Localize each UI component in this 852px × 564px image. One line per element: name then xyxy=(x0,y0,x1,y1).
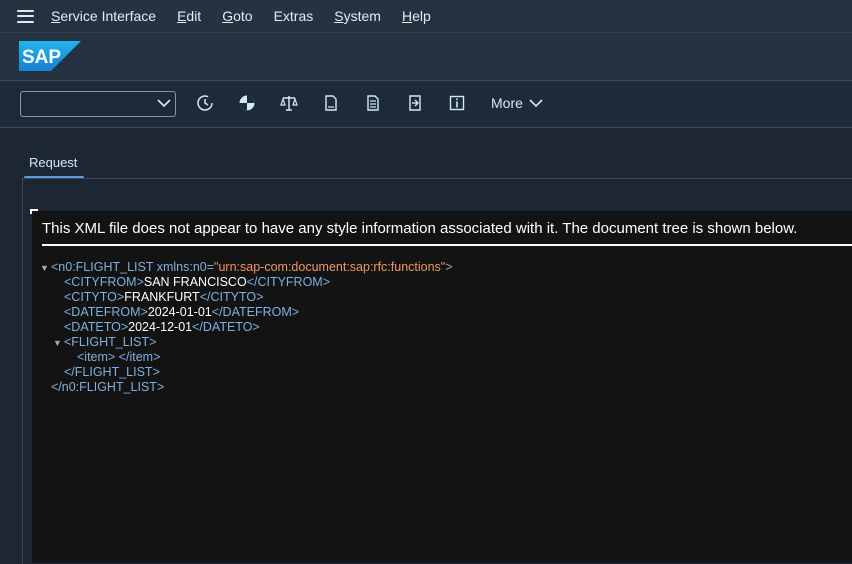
collapse-toggle-icon[interactable]: ▼ xyxy=(53,336,64,351)
xml-root-open: ▼ <n0:FLIGHT_LIST xmlns:n0="urn:sap-com:d… xyxy=(40,260,453,276)
command-input[interactable] xyxy=(25,94,149,114)
xml-field-cityfrom: <CITYFROM>SAN FRANCISCO</CITYFROM> xyxy=(64,275,331,289)
compare-icon[interactable] xyxy=(280,94,298,112)
info-icon[interactable] xyxy=(448,94,466,112)
chevron-down-icon[interactable] xyxy=(157,97,171,109)
xml-style-notice: This XML file does not appear to have an… xyxy=(42,220,852,246)
xml-viewer[interactable]: This XML file does not appear to have an… xyxy=(32,211,852,563)
xml-tree: ▼ <n0:FLIGHT_LIST xmlns:n0="urn:sap-com:d… xyxy=(40,260,453,395)
xml-field-cityto: <CITYTO>FRANKFURT</CITYTO> xyxy=(64,290,264,304)
export-icon[interactable] xyxy=(406,94,424,112)
collapse-toggle-icon[interactable]: ▼ xyxy=(40,261,51,276)
xml-field-datefrom: <DATEFROM>2024-01-01</DATEFROM> xyxy=(64,305,300,319)
more-label: More xyxy=(491,95,523,111)
xml-field-dateto: <DATETO>2024-12-01</DATETO> xyxy=(64,320,260,334)
shell-bar: SAP xyxy=(0,33,852,81)
menu-help[interactable]: Help xyxy=(402,8,431,24)
menu-service-interface[interactable]: Service Interface xyxy=(51,8,156,24)
xml-item: <item> </item> xyxy=(77,350,161,364)
menu-goto[interactable]: Goto xyxy=(222,8,252,24)
history-icon[interactable] xyxy=(196,94,214,112)
sap-logo: SAP xyxy=(19,41,81,71)
menu-icon[interactable] xyxy=(17,9,34,23)
toolbar: More xyxy=(0,81,852,128)
more-button[interactable]: More xyxy=(491,95,543,111)
xml-flight-list-close: </FLIGHT_LIST> xyxy=(64,365,160,379)
document-list-icon[interactable] xyxy=(364,94,382,112)
chevron-down-icon xyxy=(529,99,543,108)
menu-system[interactable]: System xyxy=(334,8,381,24)
test-icon[interactable] xyxy=(238,94,256,112)
xml-flight-list-open: ▼ <FLIGHT_LIST> xyxy=(53,335,157,351)
document-icon[interactable] xyxy=(322,94,340,112)
svg-text:SAP: SAP xyxy=(22,47,61,68)
tab-request-label: Request xyxy=(29,155,78,170)
command-field[interactable] xyxy=(20,91,176,117)
menu-edit[interactable]: Edit xyxy=(177,8,201,24)
menu-extras[interactable]: Extras xyxy=(274,8,314,24)
xml-root-close: </n0:FLIGHT_LIST> xyxy=(51,380,165,394)
menu-bar: Service Interface Edit Goto Extras Syste… xyxy=(0,0,852,33)
